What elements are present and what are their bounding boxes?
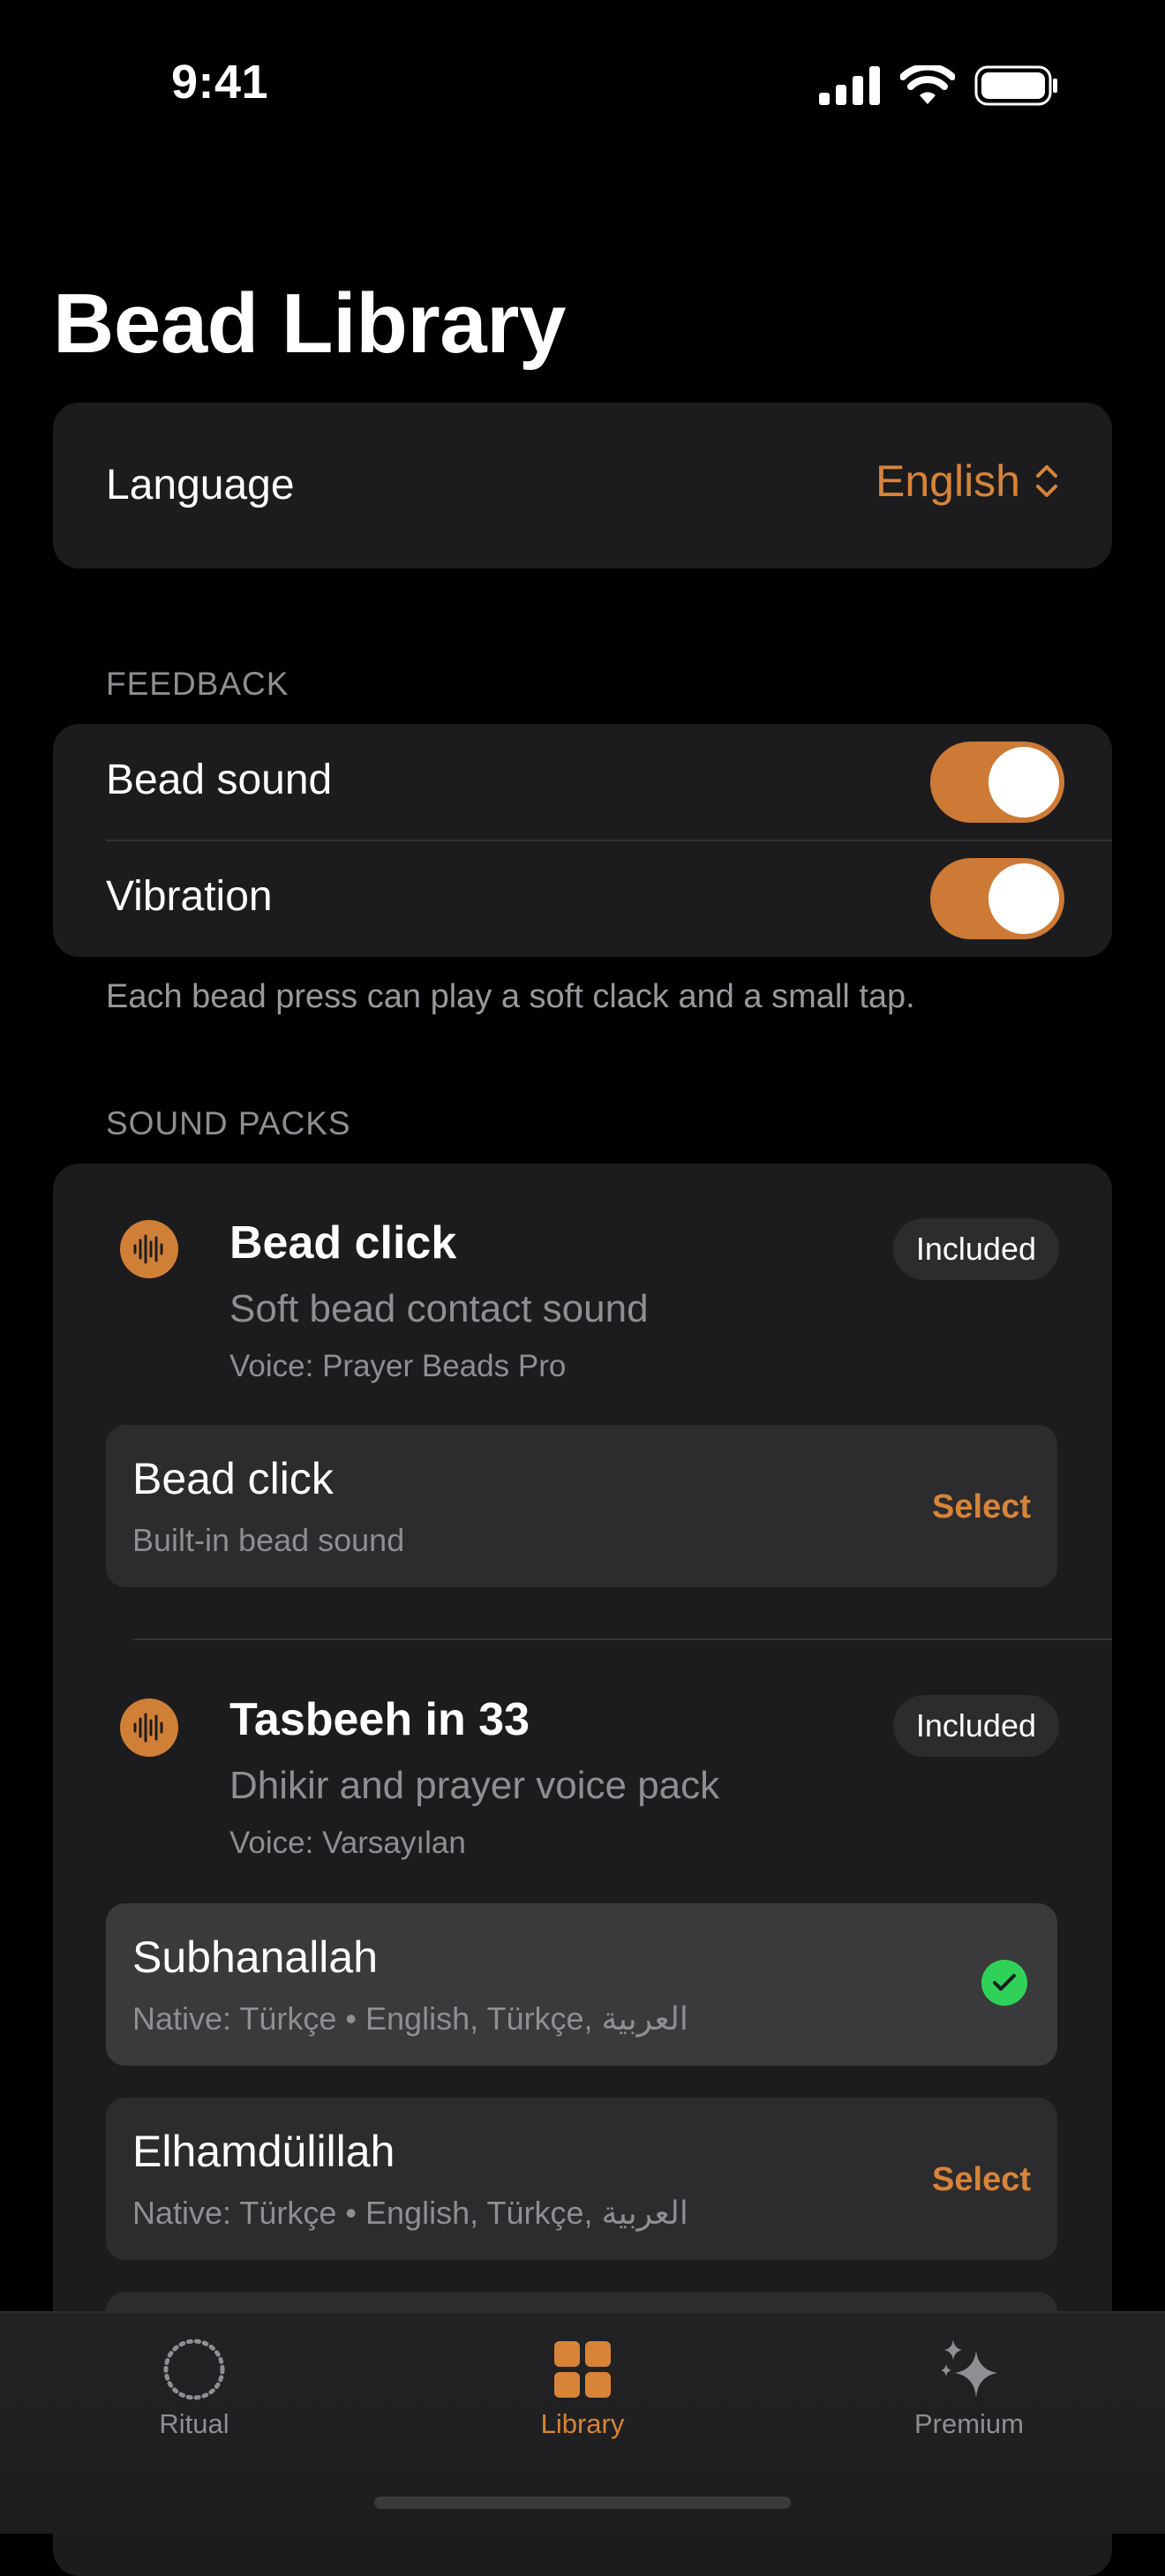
- sound-option-bead-click[interactable]: Bead click Built-in bead sound Select: [106, 1425, 1057, 1587]
- vibration-toggle[interactable]: [930, 858, 1064, 939]
- tab-premium[interactable]: Premium: [837, 2313, 1101, 2481]
- bead-sound-label: Bead sound: [106, 757, 333, 803]
- vibration-label: Vibration: [106, 873, 273, 920]
- battery-icon: [974, 65, 1057, 106]
- select-button[interactable]: Select: [932, 2161, 1031, 2199]
- option-title: Subhanallah: [132, 1932, 379, 1982]
- sound-option-elhamdulillah[interactable]: Elhamdülillah Native: Türkçe • English, …: [106, 2098, 1057, 2260]
- grid-icon: [554, 2341, 611, 2398]
- dotted-circle-icon: [163, 2339, 225, 2400]
- cellular-signal-icon: [819, 66, 880, 105]
- feedback-footnote: Each bead press can play a soft clack an…: [106, 978, 915, 1015]
- tab-library[interactable]: Library: [450, 2313, 715, 2481]
- pack-subtitle: Soft bead contact sound: [229, 1287, 649, 1330]
- status-icons: [819, 65, 1059, 106]
- toggle-knob: [988, 747, 1059, 817]
- checkmark-icon: [981, 1960, 1027, 2006]
- home-indicator: [374, 2497, 791, 2509]
- divider: [132, 1638, 1112, 1640]
- option-title: Bead click: [132, 1454, 334, 1503]
- wifi-icon: [900, 65, 955, 104]
- pack-title: Bead click: [229, 1217, 457, 1269]
- option-subtitle: Native: Türkçe • English, Türkçe, العربي…: [132, 2195, 688, 2231]
- waveform-icon: [120, 1220, 178, 1278]
- pack-title: Tasbeeh in 33: [229, 1694, 530, 1745]
- bead-sound-toggle[interactable]: [930, 742, 1064, 823]
- sound-option-subhanallah[interactable]: Subhanallah Native: Türkçe • English, Tü…: [106, 1903, 1057, 2066]
- bead-sound-row: Bead sound: [53, 724, 1112, 840]
- language-value-text: English: [876, 456, 1020, 506]
- option-subtitle: Native: Türkçe • English, Türkçe, العربي…: [132, 2000, 688, 2037]
- feedback-card: Bead sound Vibration: [53, 724, 1112, 957]
- included-badge: Included: [892, 1695, 1059, 1757]
- select-button[interactable]: Select: [932, 1488, 1031, 1526]
- pack-subtitle: Dhikir and prayer voice pack: [229, 1764, 720, 1807]
- vibration-row: Vibration: [53, 840, 1112, 957]
- language-label: Language: [106, 462, 295, 508]
- tab-ritual[interactable]: Ritual: [62, 2313, 327, 2481]
- sparkles-icon: [941, 2339, 997, 2398]
- toggle-knob: [988, 863, 1059, 934]
- language-picker-row[interactable]: Language English: [53, 403, 1112, 569]
- page-title: Bead Library: [53, 276, 566, 371]
- waveform-icon: [120, 1699, 178, 1757]
- status-bar: 9:41: [0, 0, 1165, 168]
- option-subtitle: Built-in bead sound: [132, 1522, 405, 1558]
- status-time: 9:41: [171, 56, 269, 109]
- feedback-section-header: FEEDBACK: [106, 666, 289, 702]
- tab-label: Ritual: [159, 2408, 229, 2439]
- tab-label: Library: [540, 2408, 625, 2439]
- tab-label: Premium: [913, 2408, 1024, 2439]
- included-badge: Included: [892, 1218, 1059, 1280]
- chevron-up-down-icon: [1036, 465, 1057, 497]
- pack-voice: Voice: Prayer Beads Pro: [229, 1349, 567, 1383]
- pack-voice: Voice: Varsayılan: [229, 1826, 466, 1860]
- language-value[interactable]: English: [876, 456, 1059, 507]
- sound-packs-section-header: SOUND PACKS: [106, 1105, 351, 1141]
- option-title: Elhamdülillah: [132, 2127, 395, 2176]
